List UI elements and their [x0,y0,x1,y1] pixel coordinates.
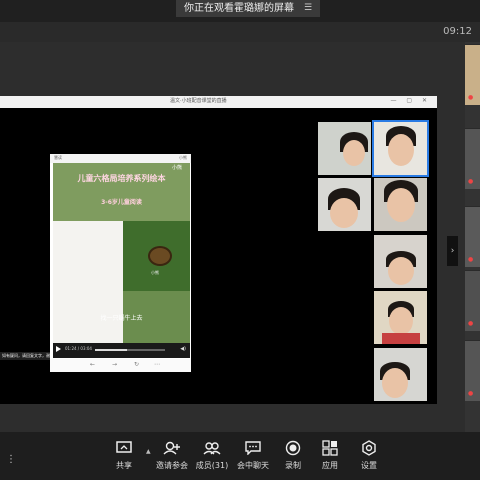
volume-icon[interactable]: ◀) [180,346,186,352]
mic-muted-icon: ● [468,320,474,327]
participant-thumb[interactable]: ● [465,206,480,267]
mic-muted-icon: ● [468,178,474,185]
player-header: 慧读 小熊 [50,154,191,163]
record-icon [285,440,301,456]
player-header-left: 慧读 [54,155,62,160]
settings-button[interactable]: 设置 [349,438,389,471]
more-icon[interactable]: ⋯ [154,361,160,368]
player-footer: ← → ↻ ⋯ [50,359,191,372]
mic-muted-icon: ● [468,94,474,101]
participant-thumb[interactable]: ● [465,128,480,189]
mic-muted-icon: ● [468,256,474,263]
player-controls: 01:24 / 03:04 ◀) [53,343,190,358]
video-player: 慧读 小熊 小熊 小熊 儿童六格局培养系列绘本 3-6岁儿童阅读 找一只蜗牛上去… [50,154,191,372]
gear-icon [362,440,376,456]
video-logo: 小熊 [171,165,182,171]
shared-notice: 如有疑问，请回复文字，谢谢 [0,352,56,360]
player-header-right: 小熊 [179,155,187,160]
secondary-bar [0,22,480,43]
participant-thumb[interactable]: ● [465,44,480,105]
shared-window-title: 温文·小班配音课堂的直播 [170,98,227,104]
meeting-time: 09:12 [443,26,472,37]
rotate-icon[interactable]: ↻ [134,361,139,368]
video-caption: 找一只蜗牛上去 [100,315,143,322]
more-icon[interactable]: ⋮ [6,454,16,465]
window-controls: — ▢ ✕ [390,97,431,104]
apps-icon [322,440,338,456]
participant-video[interactable] [374,348,427,401]
add-user-icon [163,441,180,455]
share-options-icon[interactable]: ▲ [146,448,151,455]
record-button[interactable]: 录制 [273,438,313,471]
video-frame[interactable]: 小熊 小熊 儿童六格局培养系列绘本 3-6岁儿童阅读 找一只蜗牛上去 [53,163,190,358]
participant-video[interactable] [374,235,427,288]
sharing-banner[interactable]: 你正在观看霍璐娜的屏幕 ☰ [176,0,321,17]
members-button[interactable]: 成员(31) [192,438,232,471]
mic-muted-icon: ● [468,390,474,397]
menu-icon[interactable]: ☰ [304,0,312,17]
prev-icon[interactable]: ← [90,361,95,368]
collapse-panel-icon[interactable]: › [447,236,458,266]
progress-fill [95,349,128,351]
snail-icon [148,246,172,266]
participant-video[interactable] [318,178,371,231]
next-icon[interactable]: → [112,361,117,368]
share-button[interactable]: 共享 [104,438,144,471]
participant-video[interactable] [318,122,371,175]
invite-button[interactable]: 邀请参会 [152,438,192,471]
participant-video[interactable] [372,120,429,177]
banner-text: 你正在观看霍璐娜的屏幕 [184,3,294,14]
participant-video[interactable] [374,178,427,231]
apps-button[interactable]: 应用 [310,438,350,471]
video-title: 儿童六格局培养系列绘本 [77,174,166,183]
participant-thumb[interactable]: ● [465,340,480,401]
player-time: 01:24 / 03:04 [65,346,92,351]
share-icon [116,441,132,453]
video-watermark: 小熊 [151,270,159,275]
progress-bar[interactable] [95,349,165,351]
video-subtitle: 3-6岁儿童阅读 [101,199,142,206]
members-icon [203,442,221,455]
chat-icon [245,441,261,455]
participant-video[interactable] [374,291,427,344]
play-icon[interactable] [56,346,61,352]
participant-thumb[interactable]: ● [465,270,480,331]
chat-button[interactable]: 会中聊天 [233,438,273,471]
